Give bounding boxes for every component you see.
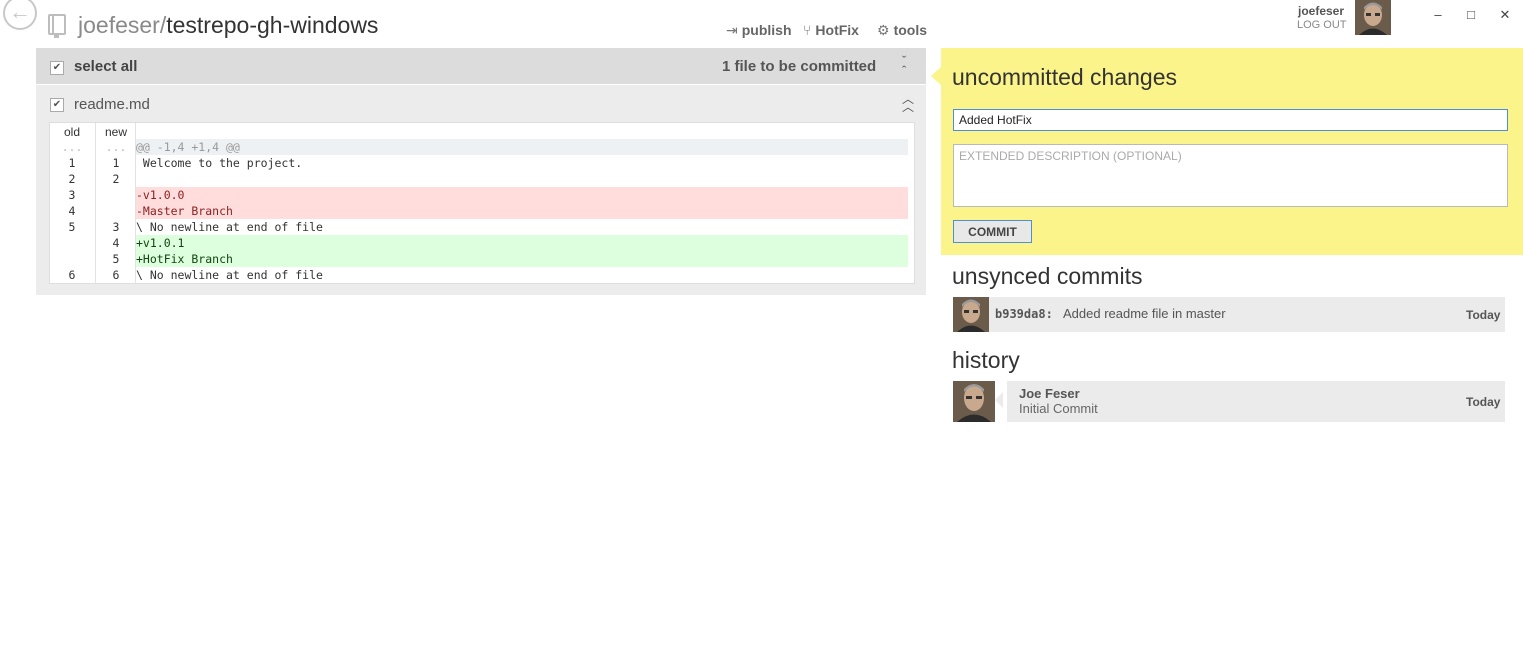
old-line-number: 1: [68, 156, 76, 170]
history-notch: [995, 392, 1003, 408]
minimize-icon[interactable]: –: [1428, 6, 1448, 24]
commit-description-input[interactable]: [953, 144, 1508, 207]
commit-message: Added readme file in master: [1063, 306, 1226, 321]
repo-owner[interactable]: joefeser: [78, 12, 160, 38]
branch-label: HotFix: [815, 22, 859, 38]
old-line-number: 5: [68, 220, 76, 234]
diff-view: old new ... ... @@ -1,4 +1,4 @@ 1 1 Welc…: [49, 122, 915, 284]
commit-date: Today: [1466, 395, 1501, 409]
tools-label: tools: [893, 22, 928, 38]
history-title: history: [952, 347, 1020, 373]
uncommitted-changes-title: uncommitted changes: [952, 64, 1178, 90]
checkmark-icon: ✔: [52, 62, 62, 73]
diff-code: \ No newline at end of file: [136, 220, 323, 234]
diff-code: +v1.0.1: [136, 235, 908, 251]
select-all-checkbox[interactable]: ✔: [50, 61, 64, 75]
unsynced-commits-title: unsynced commits: [952, 263, 1143, 289]
repo-name: testrepo-gh-windows: [166, 12, 379, 38]
new-line-number: ...: [105, 140, 127, 154]
commit-sha: b939da8:: [995, 307, 1053, 321]
commit-summary-input[interactable]: [953, 109, 1508, 131]
commit-message: Initial Commit: [1019, 401, 1098, 416]
account-avatar[interactable]: [1355, 0, 1391, 35]
gear-icon: ⚙: [877, 22, 890, 38]
account-username: joefeser: [1298, 4, 1345, 18]
branch-icon: ⑂: [803, 22, 812, 38]
repo-icon: [48, 14, 66, 38]
diff-row: 2 2: [50, 171, 914, 187]
diff-code: @@ -1,4 +1,4 @@: [136, 139, 908, 155]
old-line-number: 2: [68, 172, 76, 186]
diff-row: ... ... @@ -1,4 +1,4 @@: [50, 139, 914, 155]
commit-author: Joe Feser: [1019, 386, 1080, 401]
logout-link[interactable]: LOG OUT: [1297, 19, 1347, 31]
arrow-left-icon: ←: [9, 0, 31, 24]
collapse-file-icon[interactable]: ︿ ︿: [902, 93, 914, 113]
new-line-number: 5: [112, 252, 120, 266]
diff-row-deleted: 4 -Master Branch: [50, 203, 914, 219]
avatar: [953, 297, 989, 332]
diff-row-deleted: 3 -v1.0.0: [50, 187, 914, 203]
branch-button[interactable]: ⑂ HotFix: [803, 22, 859, 40]
diff-code: Welcome to the project.: [136, 156, 303, 170]
select-all-label[interactable]: select all: [74, 58, 137, 75]
collapse-all-icon[interactable]: ˇˆ: [902, 54, 906, 77]
new-line-number: 1: [112, 156, 120, 170]
old-line-number: 4: [68, 204, 76, 218]
panel-pointer: [931, 66, 942, 86]
diff-code: -Master Branch: [136, 203, 908, 219]
diff-row: 6 6 \ No newline at end of file: [50, 267, 914, 283]
diff-row-added: 5 +HotFix Branch: [50, 251, 914, 267]
diff-row: 1 1 Welcome to the project.: [50, 155, 914, 171]
diff-code: +HotFix Branch: [136, 251, 908, 267]
old-line-number: ...: [61, 140, 83, 154]
old-line-number: 6: [68, 268, 76, 282]
old-line-number: 3: [68, 188, 76, 202]
files-count: 1 file to be committed: [722, 58, 877, 75]
back-button[interactable]: ←: [3, 0, 37, 30]
diff-code: \ No newline at end of file: [136, 268, 323, 282]
diff-header-old: old: [64, 125, 81, 139]
publish-label: publish: [741, 22, 792, 38]
diff-code: -v1.0.0: [136, 187, 908, 203]
new-line-number: 3: [112, 220, 120, 234]
tools-button[interactable]: ⚙ tools: [877, 22, 927, 40]
checkmark-icon: ✔: [52, 99, 62, 110]
commit-button[interactable]: COMMIT: [953, 220, 1032, 243]
diff-header-new: new: [105, 125, 128, 139]
diff-row: 5 3 \ No newline at end of file: [50, 219, 914, 235]
maximize-icon[interactable]: □: [1461, 6, 1481, 24]
publish-icon: ⇥: [726, 22, 738, 38]
close-icon[interactable]: ✕: [1495, 6, 1515, 24]
new-line-number: 2: [112, 172, 120, 186]
avatar: [953, 381, 995, 422]
commit-date: Today: [1466, 308, 1501, 322]
diff-row-added: 4 +v1.0.1: [50, 235, 914, 251]
publish-button[interactable]: ⇥ publish: [726, 22, 792, 40]
repo-title: joefeser/testrepo-gh-windows: [78, 12, 378, 39]
file-checkbox[interactable]: ✔: [50, 98, 64, 112]
file-name[interactable]: readme.md: [74, 96, 150, 113]
new-line-number: 4: [112, 236, 120, 250]
new-line-number: 6: [112, 268, 120, 282]
